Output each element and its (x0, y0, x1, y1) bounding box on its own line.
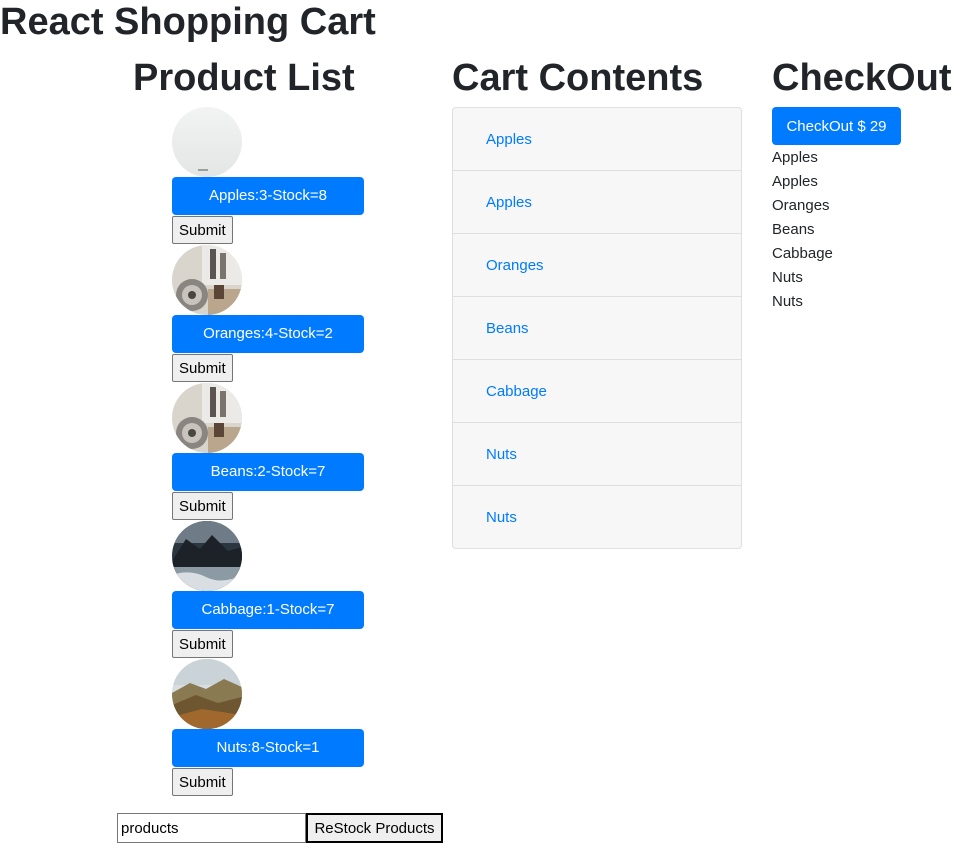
cart-contents-heading: Cart Contents (452, 57, 704, 99)
checkout-button[interactable]: CheckOut $ 29 (772, 107, 901, 145)
product-image-fog (172, 107, 242, 177)
checkout-item: Nuts (772, 293, 803, 310)
restock-products-button[interactable]: ReStock Products (306, 813, 443, 843)
cart-item: Oranges (453, 234, 741, 297)
product-image-speaker (172, 383, 242, 453)
cart-item: Nuts (453, 423, 741, 486)
checkout-item: Beans (772, 221, 815, 238)
checkout-item: Cabbage (772, 245, 833, 262)
cart-item-link[interactable]: Cabbage (486, 383, 547, 400)
product-item: Cabbage:1-Stock=7 Submit (172, 521, 364, 658)
cart-item-link[interactable]: Apples (486, 194, 532, 211)
product-item: Beans:2-Stock=7 Submit (172, 383, 364, 520)
product-button-nuts[interactable]: Nuts:8-Stock=1 (172, 729, 364, 767)
cart-item-link[interactable]: Nuts (486, 446, 517, 463)
cart-item: Cabbage (453, 360, 741, 423)
product-image-speaker (172, 245, 242, 315)
cart-item-link[interactable]: Apples (486, 131, 532, 148)
cart-item-link[interactable]: Beans (486, 320, 529, 337)
submit-button-apples[interactable]: Submit (172, 216, 233, 244)
checkout-item: Oranges (772, 197, 830, 214)
product-item: Oranges:4-Stock=2 Submit (172, 245, 364, 382)
product-item: Nuts:8-Stock=1 Submit (172, 659, 364, 796)
submit-button-oranges[interactable]: Submit (172, 354, 233, 382)
submit-button-beans[interactable]: Submit (172, 492, 233, 520)
submit-button-nuts[interactable]: Submit (172, 768, 233, 796)
restock-input[interactable] (117, 813, 306, 843)
product-button-cabbage[interactable]: Cabbage:1-Stock=7 (172, 591, 364, 629)
product-item: Apples:3-Stock=8 Submit (172, 107, 364, 244)
cart-item: Apples (453, 108, 741, 171)
cart-item: Nuts (453, 486, 741, 548)
checkout-item: Apples (772, 173, 818, 190)
product-button-beans[interactable]: Beans:2-Stock=7 (172, 453, 364, 491)
cart-item: Beans (453, 297, 741, 360)
app-title: React Shopping Cart (0, 1, 376, 43)
cart-item-link[interactable]: Nuts (486, 509, 517, 526)
checkout-heading: CheckOut (772, 57, 952, 99)
product-image-mountain (172, 659, 242, 729)
product-button-oranges[interactable]: Oranges:4-Stock=2 (172, 315, 364, 353)
checkout-list: Apples Apples Oranges Beans Cabbage Nuts… (772, 146, 833, 314)
checkout-item: Nuts (772, 269, 803, 286)
product-list-heading: Product List (133, 57, 355, 99)
cart-item: Apples (453, 171, 741, 234)
cart-list: Apples Apples Oranges Beans Cabbage Nuts… (452, 107, 742, 549)
product-image-coast (172, 521, 242, 591)
cart-item-link[interactable]: Oranges (486, 257, 544, 274)
submit-button-cabbage[interactable]: Submit (172, 630, 233, 658)
checkout-item: Apples (772, 149, 818, 166)
product-button-apples[interactable]: Apples:3-Stock=8 (172, 177, 364, 215)
